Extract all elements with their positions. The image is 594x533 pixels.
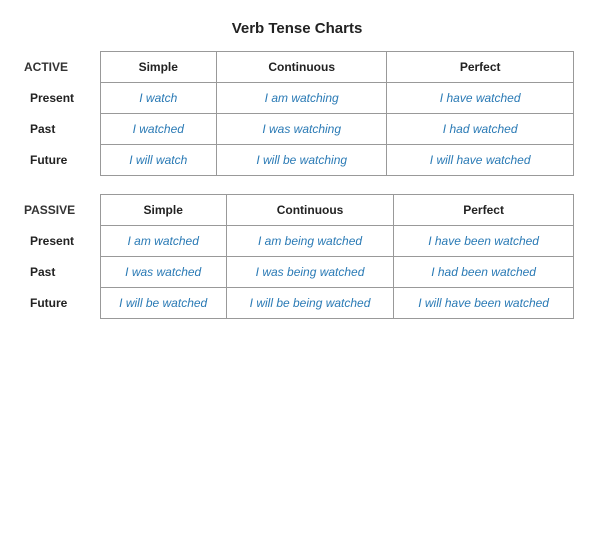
passive-present-simple: I am watched bbox=[100, 226, 226, 257]
passive-future-perfect: I will have been watched bbox=[394, 288, 574, 319]
active-future-perfect: I will have watched bbox=[387, 145, 574, 176]
active-label: ACTIVE bbox=[20, 52, 100, 83]
active-header-perfect: Perfect bbox=[387, 52, 574, 83]
passive-label: PASSIVE bbox=[20, 195, 100, 226]
active-past-row: Past I watched I was watching I had watc… bbox=[20, 114, 574, 145]
active-section: ACTIVE Simple Continuous Perfect Present… bbox=[20, 51, 574, 176]
passive-table: PASSIVE Simple Continuous Perfect Presen… bbox=[20, 194, 574, 319]
active-past-simple: I watched bbox=[100, 114, 217, 145]
passive-future-simple: I will be watched bbox=[100, 288, 226, 319]
active-present-simple: I watch bbox=[100, 83, 217, 114]
active-past-continuous: I was watching bbox=[217, 114, 387, 145]
active-present-continuous: I am watching bbox=[217, 83, 387, 114]
passive-future-row: Future I will be watched I will be being… bbox=[20, 288, 574, 319]
passive-present-continuous: I am being watched bbox=[226, 226, 393, 257]
active-present-label: Present bbox=[20, 83, 100, 114]
passive-past-continuous: I was being watched bbox=[226, 257, 393, 288]
passive-present-label: Present bbox=[20, 226, 100, 257]
passive-header-simple: Simple bbox=[100, 195, 226, 226]
active-header-continuous: Continuous bbox=[217, 52, 387, 83]
passive-future-continuous: I will be being watched bbox=[226, 288, 393, 319]
passive-present-row: Present I am watched I am being watched … bbox=[20, 226, 574, 257]
active-future-simple: I will watch bbox=[100, 145, 217, 176]
passive-present-perfect: I have been watched bbox=[394, 226, 574, 257]
active-future-row: Future I will watch I will be watching I… bbox=[20, 145, 574, 176]
passive-header-perfect: Perfect bbox=[394, 195, 574, 226]
active-future-continuous: I will be watching bbox=[217, 145, 387, 176]
passive-past-label: Past bbox=[20, 257, 100, 288]
passive-past-row: Past I was watched I was being watched I… bbox=[20, 257, 574, 288]
active-present-perfect: I have watched bbox=[387, 83, 574, 114]
active-table: ACTIVE Simple Continuous Perfect Present… bbox=[20, 51, 574, 176]
active-future-label: Future bbox=[20, 145, 100, 176]
passive-past-perfect: I had been watched bbox=[394, 257, 574, 288]
passive-header-continuous: Continuous bbox=[226, 195, 393, 226]
passive-section: PASSIVE Simple Continuous Perfect Presen… bbox=[20, 194, 574, 319]
passive-future-label: Future bbox=[20, 288, 100, 319]
active-past-perfect: I had watched bbox=[387, 114, 574, 145]
active-header-simple: Simple bbox=[100, 52, 217, 83]
passive-past-simple: I was watched bbox=[100, 257, 226, 288]
active-past-label: Past bbox=[20, 114, 100, 145]
page-title: Verb Tense Charts bbox=[20, 20, 574, 37]
active-present-row: Present I watch I am watching I have wat… bbox=[20, 83, 574, 114]
